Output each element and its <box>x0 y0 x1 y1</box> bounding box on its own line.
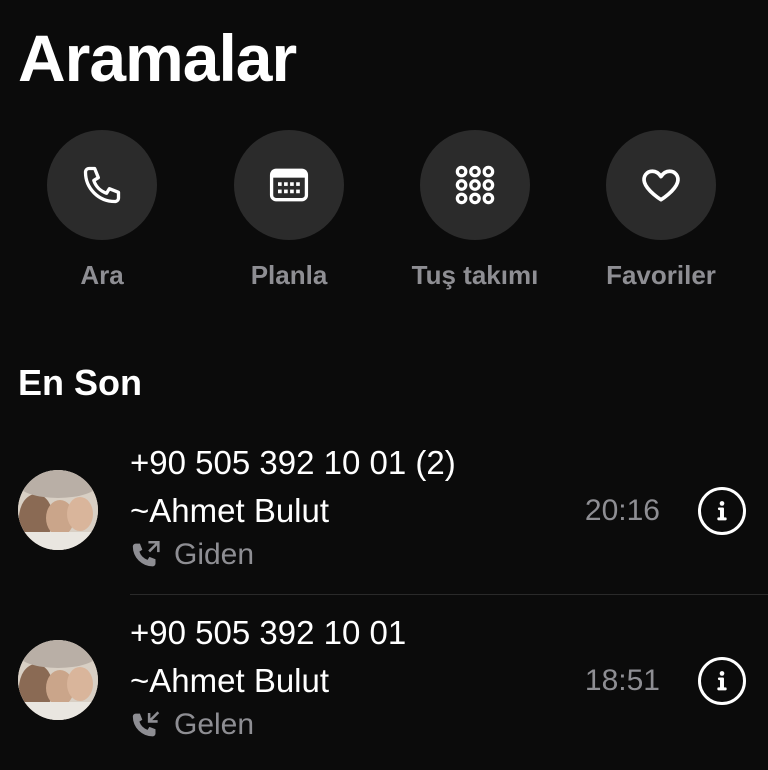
info-icon <box>717 671 727 691</box>
call-label: Ara <box>80 260 124 290</box>
quick-actions: Ara Planla Tuş takımı Favoriler <box>0 130 768 300</box>
avatar-photo-icon <box>18 640 98 720</box>
call-time: 18:51 <box>584 664 660 697</box>
call-number: +90 505 392 10 01 <box>130 614 407 651</box>
heart-icon <box>642 169 680 202</box>
keypad-button-circle[interactable] <box>420 130 530 240</box>
call-log-row[interactable]: +90 505 392 10 01 (2) ~Ahmet Bulut Giden… <box>0 430 768 600</box>
page-title: Aramalar <box>18 21 297 95</box>
phone-icon <box>83 166 121 204</box>
recents-title: En Son <box>18 362 142 403</box>
call-time: 20:16 <box>584 494 660 527</box>
favorites-button-circle[interactable] <box>606 130 716 240</box>
calendar-icon <box>269 168 309 202</box>
favorites-label: Favoriler <box>606 260 716 290</box>
caller-name: ~Ahmet Bulut <box>130 662 330 699</box>
call-button[interactable]: Ara <box>12 130 192 291</box>
call-button-circle[interactable] <box>47 130 157 240</box>
caller-name: ~Ahmet Bulut <box>130 492 330 529</box>
keypad-icon <box>455 165 495 205</box>
call-type-label: Gelen <box>174 708 255 741</box>
avatar <box>18 640 98 720</box>
avatar-photo-icon <box>18 470 98 550</box>
row-divider <box>130 594 768 595</box>
keypad-label: Tuş takımı <box>411 260 539 290</box>
avatar <box>18 470 98 550</box>
call-number: +90 505 392 10 01 (2) <box>130 444 456 481</box>
call-type-label: Giden <box>174 538 255 571</box>
call-type: Giden <box>130 538 254 572</box>
schedule-button[interactable]: Planla <box>199 130 379 291</box>
favorites-button[interactable]: Favoriler <box>571 130 751 291</box>
call-log-row[interactable]: +90 505 392 10 01 ~Ahmet Bulut Gelen 18:… <box>0 600 768 770</box>
info-button[interactable] <box>698 487 746 535</box>
schedule-label: Planla <box>250 260 328 290</box>
info-button[interactable] <box>698 657 746 705</box>
schedule-button-circle[interactable] <box>234 130 344 240</box>
incoming-call-icon <box>132 711 160 737</box>
keypad-button[interactable]: Tuş takımı <box>385 130 565 291</box>
info-icon <box>717 501 727 521</box>
outgoing-call-icon <box>132 540 160 567</box>
call-type: Gelen <box>130 708 254 742</box>
